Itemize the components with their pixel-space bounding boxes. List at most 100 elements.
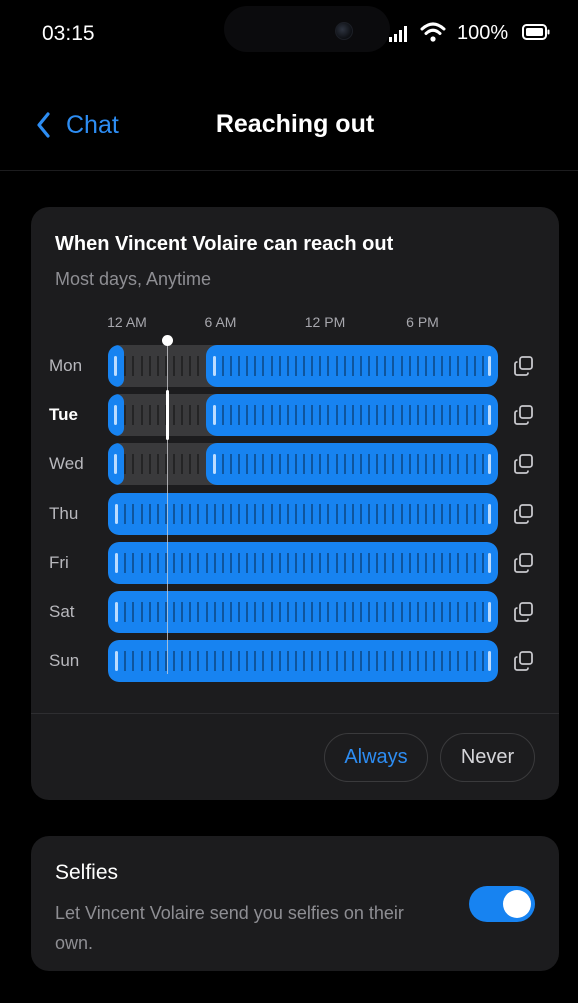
slot-tick [213, 602, 216, 622]
segment-end-handle[interactable] [488, 503, 491, 524]
slot-tick [319, 356, 322, 376]
segment-start-handle[interactable] [114, 454, 117, 475]
slot-tick [294, 503, 297, 524]
slot-tick [351, 503, 354, 524]
slot-tick [457, 503, 460, 524]
slot-tick [286, 503, 289, 524]
slot-tick [124, 651, 127, 672]
slot-tick [457, 602, 460, 622]
slot-tick [246, 503, 249, 524]
segment-end-handle[interactable] [488, 602, 491, 622]
slot-tick [408, 454, 411, 475]
time-axis-label: 12 AM [107, 314, 147, 330]
slot-tick [156, 356, 159, 376]
slot-tick [221, 651, 224, 672]
slot-tick [408, 356, 411, 376]
always-button[interactable]: Always [324, 733, 428, 782]
segment-start-handle[interactable] [212, 454, 216, 475]
slot-tick [424, 651, 427, 672]
availability-segment[interactable] [108, 345, 125, 387]
availability-segment[interactable] [108, 394, 125, 437]
slot-tick [465, 503, 468, 524]
slot-tick [335, 602, 338, 622]
availability-segment[interactable] [205, 443, 498, 486]
reach-out-schedule-card: When Vincent Volaire can reach out Most … [31, 207, 559, 800]
slot-tick [229, 503, 232, 524]
segment-start-handle[interactable] [114, 356, 117, 376]
slot-tick [311, 405, 314, 426]
day-label-thu: Thu [49, 503, 79, 523]
slot-tick [262, 552, 265, 573]
slot-tick [481, 356, 484, 376]
slot-tick [335, 552, 338, 573]
slot-tick [408, 503, 411, 524]
slot-tick [246, 356, 249, 376]
segment-start-handle[interactable] [115, 651, 118, 672]
slot-tick [481, 454, 484, 475]
slot-tick [132, 552, 135, 573]
slot-tick [140, 405, 143, 426]
slot-tick [376, 602, 379, 622]
segment-end-handle[interactable] [488, 454, 491, 475]
slot-tick [376, 356, 379, 376]
copy-icon[interactable] [512, 354, 536, 378]
segment-end-handle[interactable] [488, 356, 491, 376]
slot-tick [441, 651, 444, 672]
segment-start-handle[interactable] [212, 405, 216, 426]
wifi-icon [420, 22, 446, 42]
slot-tick [327, 356, 330, 376]
copy-icon[interactable] [512, 403, 536, 427]
slot-tick [278, 602, 281, 622]
copy-icon[interactable] [512, 502, 536, 526]
segment-start-handle[interactable] [115, 602, 118, 622]
slot-tick [424, 405, 427, 426]
never-button[interactable]: Never [440, 733, 535, 782]
availability-segment[interactable] [108, 443, 125, 486]
segment-start-handle[interactable] [115, 503, 118, 524]
copy-icon[interactable] [512, 600, 536, 624]
slot-tick [424, 552, 427, 573]
copy-icon[interactable] [512, 551, 536, 575]
slot-tick [254, 454, 257, 475]
slot-tick [189, 602, 192, 622]
slot-tick [213, 651, 216, 672]
day-label-mon: Mon [49, 356, 83, 375]
slot-tick [433, 356, 435, 376]
slot-tick [294, 405, 297, 426]
availability-segment[interactable] [205, 394, 498, 437]
slot-tick [311, 454, 314, 475]
slot-tick [254, 651, 257, 672]
slot-tick [335, 454, 338, 475]
copy-icon[interactable] [512, 649, 536, 673]
slot-tick [408, 405, 411, 426]
slot-tick [481, 651, 484, 672]
segment-end-handle[interactable] [488, 552, 491, 573]
slot-tick [327, 602, 330, 622]
selfies-toggle[interactable] [469, 886, 535, 922]
segment-end-handle[interactable] [488, 405, 491, 426]
segment-start-handle[interactable] [114, 405, 117, 426]
slot-tick [441, 602, 444, 622]
copy-icon[interactable] [512, 452, 536, 476]
slot-tick [303, 602, 305, 622]
day-label-tue: Tue [49, 405, 78, 425]
slot-tick [376, 651, 379, 672]
segment-start-handle[interactable] [115, 552, 118, 573]
schedule-heading: When Vincent Volaire can reach out [55, 233, 394, 255]
slot-tick [303, 552, 305, 573]
slot-tick [481, 552, 484, 573]
slot-tick [343, 552, 346, 573]
slot-tick [449, 405, 452, 426]
slot-tick [359, 602, 362, 622]
slot-tick [392, 503, 395, 524]
slot-tick [359, 356, 362, 376]
slot-tick [343, 651, 346, 672]
slot-tick [156, 405, 159, 426]
slot-tick [416, 602, 419, 622]
segment-start-handle[interactable] [212, 356, 216, 376]
segment-end-handle[interactable] [488, 651, 491, 672]
slot-tick [327, 454, 330, 475]
slot-tick [359, 651, 362, 672]
availability-segment[interactable] [205, 345, 498, 387]
slot-tick [286, 552, 289, 573]
